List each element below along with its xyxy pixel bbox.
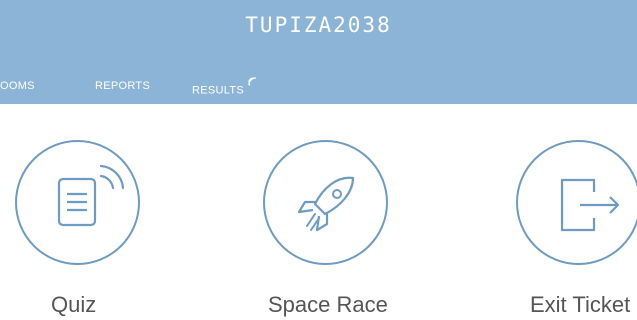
nav-rooms[interactable]: OOMS bbox=[0, 80, 35, 92]
quiz-label: Quiz bbox=[51, 292, 97, 317]
space-race-circle[interactable] bbox=[263, 140, 388, 265]
rocket-icon bbox=[297, 176, 355, 232]
room-name: TUPIZA2038 bbox=[245, 13, 392, 37]
exit-ticket-icon bbox=[560, 178, 620, 232]
nav-reports[interactable]: REPORTS bbox=[95, 80, 150, 92]
nav-rooms-label: OOMS bbox=[0, 80, 35, 92]
quiz-icon bbox=[57, 164, 125, 227]
nav-results[interactable]: RESULTS bbox=[192, 77, 257, 97]
exit-ticket-circle[interactable] bbox=[516, 140, 637, 265]
nav-results-label: RESULTS bbox=[192, 84, 245, 97]
space-race-label: Space Race bbox=[268, 292, 388, 317]
nav-reports-label: REPORTS bbox=[95, 80, 151, 92]
exit-ticket-label: Exit Ticket bbox=[530, 292, 631, 317]
quiz-circle[interactable] bbox=[15, 140, 140, 265]
live-results-icon bbox=[245, 77, 257, 88]
top-nav: OOMS REPORTS RESULTS bbox=[0, 77, 637, 98]
header-bar: TUPIZA2038 OOMS REPORTS RESULTS bbox=[0, 0, 637, 104]
